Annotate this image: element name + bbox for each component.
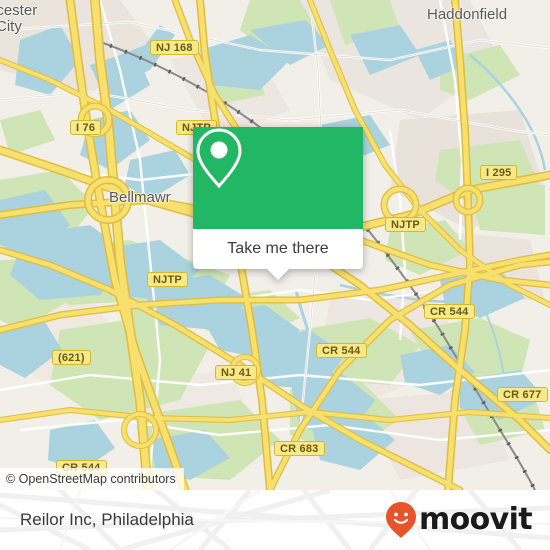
- location-title: Reilor Inc, Philadelphia: [20, 510, 194, 529]
- place-label-bellmawr: Bellmawr: [109, 189, 171, 206]
- place-label-gloucester-city-line1: ucester: [0, 2, 38, 19]
- moovit-brand[interactable]: moovit: [385, 490, 533, 550]
- take-me-there-button[interactable]: Take me there: [193, 229, 363, 280]
- road-shield-cr-677[interactable]: CR 677: [497, 387, 548, 402]
- road-shield-i-295[interactable]: I 295: [480, 165, 518, 180]
- take-me-there-label: Take me there: [227, 240, 329, 257]
- map-canvas[interactable]: ucester City Bellmawr Haddonfield NJ 168…: [0, 0, 550, 490]
- place-label-haddonfield: Haddonfield: [427, 6, 508, 23]
- road-shield-cr-544-a[interactable]: CR 544: [424, 304, 475, 319]
- road-shield-cr-621[interactable]: (621): [52, 350, 91, 365]
- moovit-pin-logo-icon: [385, 502, 416, 538]
- popup-pointer-tail: [267, 269, 289, 280]
- road-shield-cr-683[interactable]: CR 683: [274, 441, 325, 456]
- road-shield-i-76[interactable]: I 76: [70, 120, 102, 135]
- moovit-location-card: ucester City Bellmawr Haddonfield NJ 168…: [0, 0, 550, 550]
- road-shield-cr-544-b[interactable]: CR 544: [316, 343, 367, 358]
- road-shield-njtp-left[interactable]: NJTP: [147, 272, 188, 287]
- location-popup[interactable]: Take me there: [193, 127, 363, 280]
- footer-bar: Reilor Inc, Philadelphia moovit: [0, 490, 550, 550]
- popup-header: [193, 127, 363, 229]
- road-shield-njtp-mid[interactable]: NJTP: [385, 217, 426, 232]
- road-shield-nj-41[interactable]: NJ 41: [215, 365, 258, 380]
- map-pin-icon: [196, 128, 242, 189]
- road-shield-nj-168[interactable]: NJ 168: [150, 40, 199, 55]
- place-label-gloucester-city-line2: City: [0, 18, 22, 35]
- osm-attribution[interactable]: © OpenStreetMap contributors: [0, 468, 184, 490]
- moovit-wordmark: moovit: [418, 502, 533, 537]
